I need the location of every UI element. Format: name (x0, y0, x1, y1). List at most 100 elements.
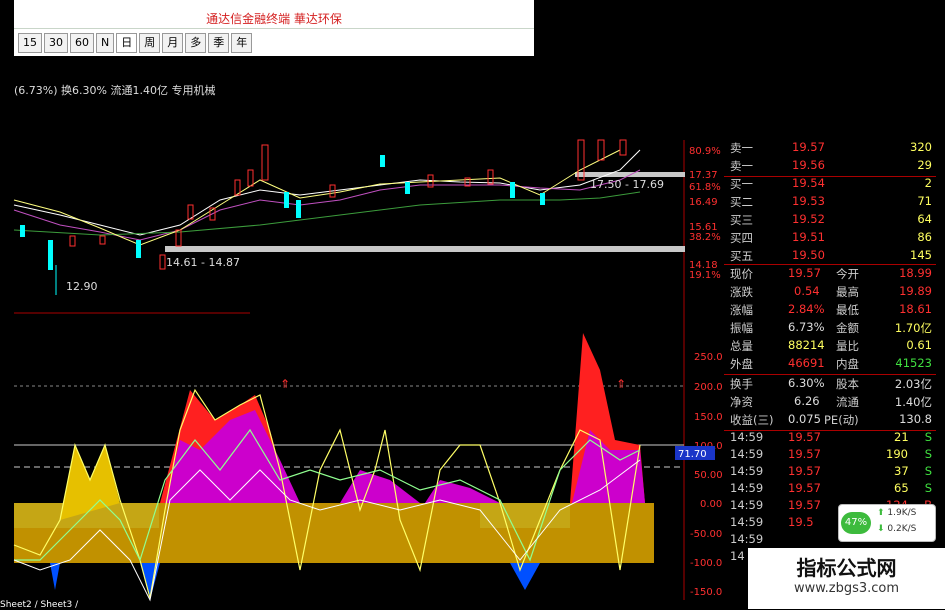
candle (20, 225, 25, 237)
candle (247, 169, 254, 187)
quote-label: 总量 (730, 339, 753, 353)
axis-tick-label: 150.0 (694, 412, 723, 423)
trade-side: S (924, 464, 932, 478)
watermark-title: 指标公式网 (796, 556, 897, 580)
row-label: 卖一 (730, 159, 753, 173)
trade-row: 14:59 19.57 37 S (724, 464, 936, 482)
quote-label: PE(动) (824, 413, 859, 427)
area-blue (510, 563, 540, 590)
quote-row: 外盘 46691 内盘 41523 (724, 356, 936, 374)
network-percent-badge: 47% (841, 512, 871, 534)
quote-label: 振幅 (730, 321, 753, 335)
support-band (165, 246, 685, 252)
trade-side: S (924, 430, 932, 444)
current-value-label: 71.70 (678, 449, 707, 460)
divider (724, 374, 936, 375)
volume: 86 (917, 230, 932, 244)
download-speed-value: 0.2K/S (887, 524, 917, 534)
quote-label: 外盘 (730, 357, 753, 371)
price: 19.52 (792, 212, 825, 226)
trade-volume: 190 (886, 447, 908, 461)
area-blue (30, 563, 60, 590)
volume: 145 (910, 248, 932, 262)
row-label: 买一 (730, 177, 753, 191)
candle (159, 254, 166, 270)
area-magenta (340, 470, 420, 503)
trade-price: 19.57 (788, 430, 821, 444)
quote-value: 18.61 (899, 302, 932, 316)
quote-row: 总量 88214 量比 0.61 (724, 338, 936, 356)
row-label: 买二 (730, 195, 753, 209)
axis-pct-label: 19.1% (689, 270, 721, 281)
axis-tick-label: 50.00 (694, 470, 723, 481)
order-book-row: 买三 19.52 64 (724, 212, 936, 230)
network-speed-widget[interactable]: 47% ⬆ 1.9K/S ⬇ 0.2K/S (838, 504, 936, 542)
quote-label: 最低 (836, 303, 859, 317)
quote-row: 净资 6.26 流通 1.40亿 (724, 394, 936, 412)
candle (99, 235, 106, 245)
quote-row: 涨幅 2.84% 最低 18.61 (724, 302, 936, 320)
candle (69, 235, 76, 247)
price-label-range-low: 14.61 - 14.87 (166, 256, 240, 269)
trade-side: S (924, 447, 932, 461)
quote-value: 0.54 (794, 284, 820, 298)
quote-row: 现价 19.57 今开 18.99 (724, 266, 936, 284)
up-arrow-icon: ⇑ (616, 377, 626, 391)
quote-value: 2.84% (788, 302, 825, 316)
candle (487, 169, 494, 185)
price: 19.51 (792, 230, 825, 244)
watermark-url: www.zbgs3.com (793, 581, 900, 596)
candle (48, 240, 53, 270)
watermark: 指标公式网 www.zbgs3.com (748, 548, 945, 609)
quote-value: 6.26 (794, 394, 820, 408)
up-arrow-icon: ⇑ (280, 377, 290, 391)
order-book-row: 卖一 19.57 320 (724, 140, 936, 158)
candle (136, 240, 141, 258)
candle (405, 182, 410, 194)
order-book-row: 买四 19.51 86 (724, 230, 936, 248)
quote-label: 换手 (730, 377, 753, 391)
axis-tick-label: 0.00 (700, 499, 722, 510)
order-book-row: 买一 19.54 2 (724, 176, 936, 194)
candle (261, 144, 269, 181)
quote-value: 41523 (895, 356, 932, 370)
down-arrow-icon: ⬇ (877, 524, 885, 534)
sheet-tabs[interactable]: Sheet2 / Sheet3 / (0, 600, 300, 610)
divider (724, 264, 936, 265)
ma-line-purple (13, 169, 641, 241)
indicator-chart: ⇑ ⇑ 250.0 200.0 150.0 100.0 50.00 0.00 -… (13, 333, 723, 602)
axis-price-label: 16.49 (689, 197, 718, 208)
quote-label: 量比 (836, 339, 859, 353)
trade-row: 14:59 19.57 190 S (724, 447, 936, 465)
quote-label: 最高 (836, 285, 859, 299)
quote-value: 130.8 (899, 412, 932, 426)
trade-volume: 21 (894, 430, 909, 444)
trade-time: 14:59 (730, 447, 764, 461)
trade-price: 19.57 (788, 481, 821, 495)
order-book-row: 卖一 19.56 29 (724, 158, 936, 176)
axis-tick-label: -100.0 (690, 558, 722, 569)
trade-time: 14:59 (730, 430, 764, 444)
trade-time: 14:59 (730, 498, 764, 512)
trade-price: 19.5 (788, 515, 814, 529)
trade-volume: 37 (894, 464, 909, 478)
quote-value: 0.61 (906, 338, 932, 352)
axis-tick-label: 200.0 (694, 382, 723, 393)
quote-value: 1.70亿 (894, 321, 932, 335)
quote-label: 收益(三) (730, 413, 774, 427)
quote-label: 流通 (836, 395, 859, 409)
quote-value: 6.30% (788, 376, 825, 390)
quote-label: 内盘 (836, 357, 859, 371)
price: 19.53 (792, 194, 825, 208)
volume: 2 (924, 176, 932, 190)
trade-price: 19.57 (788, 464, 821, 478)
quote-panel: 卖一 19.57 320 卖一 19.56 29 买一 19.54 2 买二 1… (724, 140, 936, 563)
quote-row: 收益(三) 0.075 PE(动) 130.8 (724, 412, 936, 430)
price: 19.57 (792, 140, 825, 154)
axis-pct-label: 80.9% (689, 146, 721, 157)
volume: 71 (917, 194, 932, 208)
trade-time: 14 (730, 549, 745, 563)
upload-speed: ⬆ 1.9K/S (877, 508, 916, 518)
quote-label: 涨幅 (730, 303, 753, 317)
trade-side: S (924, 481, 932, 495)
